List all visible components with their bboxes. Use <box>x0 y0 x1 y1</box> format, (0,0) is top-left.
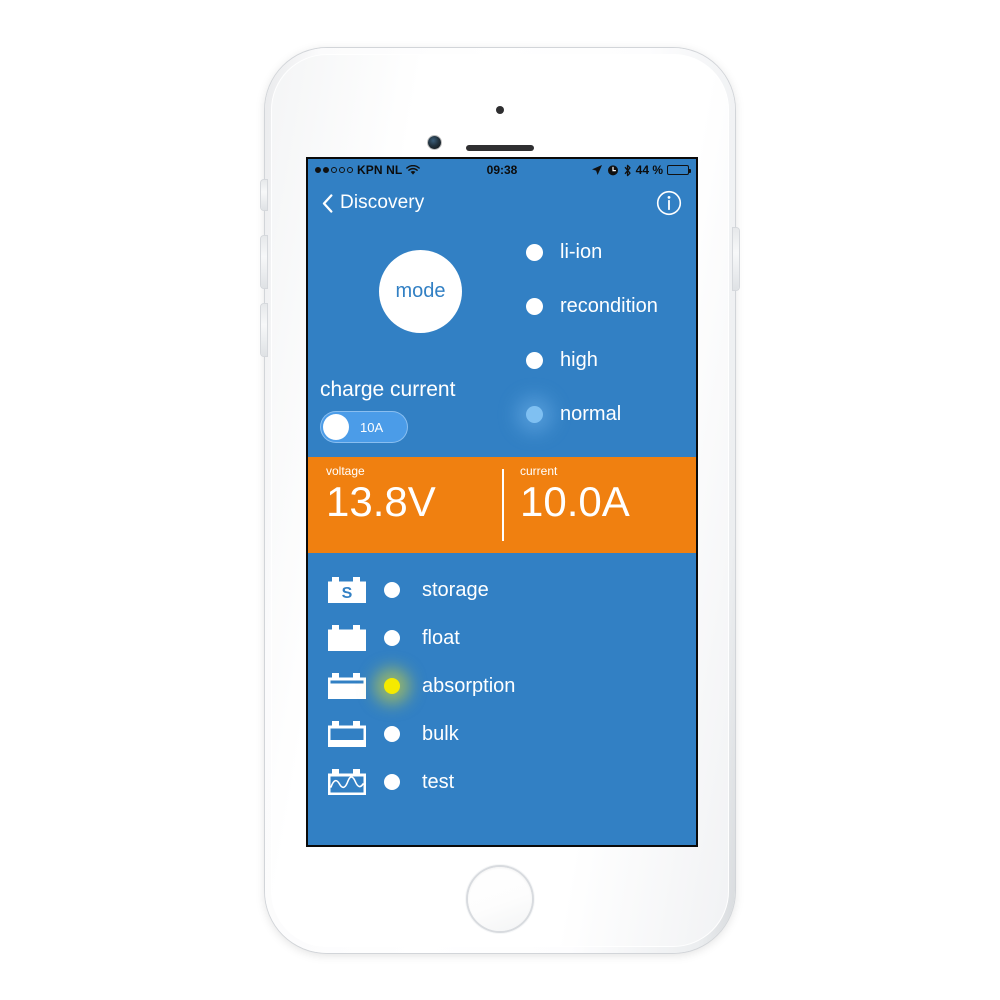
info-circle-icon <box>656 190 682 216</box>
home-button[interactable] <box>468 867 532 931</box>
mode-label-high: high <box>560 348 598 371</box>
alarm-clock-icon <box>607 164 619 176</box>
stage-label-bulk: bulk <box>422 722 459 745</box>
stage-label-storage: storage <box>422 578 489 601</box>
mode-label-recondition: recondition <box>560 294 658 317</box>
silent-switch[interactable] <box>261 180 267 210</box>
mode-label-normal: normal <box>560 402 622 425</box>
location-arrow-icon <box>591 164 603 176</box>
wifi-icon <box>406 164 421 176</box>
battery-percent-label: 44 % <box>635 163 663 177</box>
stage-row-bulk[interactable]: bulk <box>326 710 696 758</box>
battery-float-icon <box>326 623 370 653</box>
chevron-left-icon <box>322 193 333 213</box>
charge-current-label: charge current <box>320 378 456 401</box>
phone-device: KPN NL 09:38 44 % Discovery mode li-ion … <box>261 48 739 953</box>
mode-led-high <box>526 351 543 369</box>
back-button[interactable]: Discovery <box>322 192 424 214</box>
status-bar-left: KPN NL <box>315 163 421 177</box>
volume-down-button[interactable] <box>261 304 267 356</box>
voltage-value: 13.8V <box>326 478 436 525</box>
mode-label-li-ion: li-ion <box>560 240 603 263</box>
mode-led-recondition <box>526 297 543 315</box>
navigation-bar: Discovery <box>308 181 696 225</box>
phone-screen: KPN NL 09:38 44 % Discovery mode li-ion … <box>306 157 698 847</box>
mode-option-recondition[interactable]: recondition <box>526 279 696 333</box>
info-button[interactable] <box>656 190 682 216</box>
voltage-label: voltage <box>326 464 365 478</box>
battery-icon <box>667 165 691 175</box>
mode-options-list: li-ion recondition high normal <box>526 225 696 441</box>
stage-led-float <box>384 630 400 646</box>
stage-row-storage[interactable]: S storage <box>326 566 696 614</box>
current-value: 10.0A <box>520 478 630 525</box>
stage-row-test[interactable]: test <box>326 758 696 806</box>
charge-current-value: 10A <box>360 419 384 435</box>
earpiece-speaker-icon <box>466 145 534 151</box>
current-cell: current 10.0A <box>502 457 696 553</box>
bluetooth-icon <box>623 164 632 177</box>
battery-bulk-icon <box>326 719 370 749</box>
mode-button[interactable]: mode <box>379 250 462 333</box>
battery-absorption-icon <box>326 671 370 701</box>
status-bar: KPN NL 09:38 44 % <box>308 159 696 181</box>
stage-led-absorption <box>384 678 400 694</box>
charge-current-section: charge current 10A <box>320 378 530 443</box>
stage-led-bulk <box>384 726 400 742</box>
mode-option-normal[interactable]: normal <box>526 387 696 441</box>
charge-stage-list: S storage float absorption bulk test <box>308 553 696 845</box>
proximity-sensor-icon <box>496 106 504 114</box>
mode-option-li-ion[interactable]: li-ion <box>526 225 696 279</box>
stage-row-absorption[interactable]: absorption <box>326 662 696 710</box>
app-screen: KPN NL 09:38 44 % Discovery mode li-ion … <box>308 159 696 845</box>
stage-led-test <box>384 774 400 790</box>
current-label: current <box>520 464 558 478</box>
stage-label-test: test <box>422 770 455 793</box>
battery-test-icon <box>326 767 370 797</box>
readout-panel: voltage 13.8V current 10.0A <box>308 457 696 553</box>
stage-led-storage <box>384 582 400 598</box>
power-button[interactable] <box>733 228 739 290</box>
mode-led-li-ion <box>526 243 543 261</box>
stage-label-float: float <box>422 626 460 649</box>
stage-label-absorption: absorption <box>422 674 516 697</box>
charge-current-toggle-knob <box>323 414 349 440</box>
mode-option-high[interactable]: high <box>526 333 696 387</box>
battery-storage-icon: S <box>326 575 370 605</box>
volume-up-button[interactable] <box>261 236 267 288</box>
signal-strength-icon <box>315 167 353 173</box>
mode-button-label: mode <box>395 280 446 302</box>
carrier-label: KPN NL <box>357 163 403 177</box>
stage-row-float[interactable]: float <box>326 614 696 662</box>
status-bar-right: 44 % <box>591 163 691 177</box>
voltage-cell: voltage 13.8V <box>308 457 502 553</box>
charge-current-toggle[interactable]: 10A <box>320 411 408 443</box>
back-button-label: Discovery <box>340 192 425 213</box>
svg-text:S: S <box>342 585 353 602</box>
front-camera-icon <box>428 136 441 149</box>
